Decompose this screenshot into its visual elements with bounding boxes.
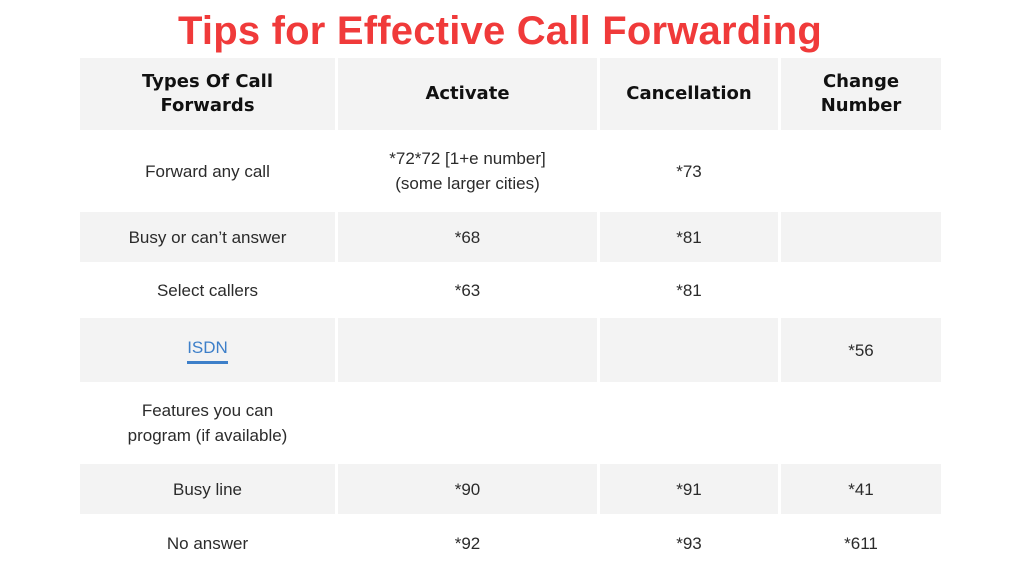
cell-change-number: *41: [781, 464, 941, 514]
cell-activate: *92: [454, 533, 481, 553]
cell-type: Select callers: [156, 280, 259, 300]
cell-type: No answer: [166, 533, 249, 553]
cell-type: Busy or can’t answer: [80, 212, 335, 262]
cell-cancellation: *81: [676, 280, 702, 300]
cell-activate: *72*72 [1+e number] (some larger cities): [389, 149, 546, 193]
table-row: Forward any call *72*72 [1+e number] (so…: [80, 130, 941, 212]
cell-activate: *90: [338, 464, 597, 514]
isdn-link[interactable]: ISDN: [187, 337, 228, 364]
cell-type: Features you can program (if available): [127, 401, 288, 445]
cell-change-number: [781, 382, 941, 464]
cell-cancellation: *73: [676, 161, 702, 181]
cell-cancellation: *93: [676, 533, 702, 553]
cell-change-number: *56: [781, 318, 941, 382]
header-activate: Activate: [338, 58, 597, 130]
table-row: No answer *92 *93 *611: [80, 514, 941, 572]
cell-activate: [338, 382, 597, 464]
cell-activate: *68: [338, 212, 597, 262]
cell-cancellation: [600, 318, 778, 382]
table-row: ISDN *56: [80, 318, 941, 382]
cell-change-number: *611: [844, 533, 878, 553]
table-row: Select callers *63 *81: [80, 262, 941, 318]
cell-activate: *63: [454, 280, 481, 300]
cell-activate: [338, 318, 597, 382]
cell-type: Forward any call: [145, 161, 270, 181]
table-row: Busy line *90 *91 *41: [80, 464, 941, 514]
cell-cancellation: [600, 382, 778, 464]
cell-change-number: [781, 262, 941, 318]
cell-change-number: [781, 212, 941, 262]
cell-type: Busy line: [80, 464, 335, 514]
header-types: Types Of Call Forwards: [80, 58, 335, 130]
table-row: Busy or can’t answer *68 *81: [80, 212, 941, 262]
header-cancellation: Cancellation: [600, 58, 778, 130]
table-header-row: Types Of Call Forwards Activate Cancella…: [80, 58, 941, 130]
page-title: Tips for Effective Call Forwarding: [178, 9, 822, 53]
header-change-number: Change Number: [781, 58, 941, 130]
cell-cancellation: *81: [600, 212, 778, 262]
cell-type: ISDN: [80, 318, 335, 382]
table-row: Features you can program (if available): [80, 382, 941, 464]
cell-cancellation: *91: [600, 464, 778, 514]
call-forwarding-table: Types Of Call Forwards Activate Cancella…: [80, 58, 941, 572]
cell-change-number: [781, 130, 941, 212]
